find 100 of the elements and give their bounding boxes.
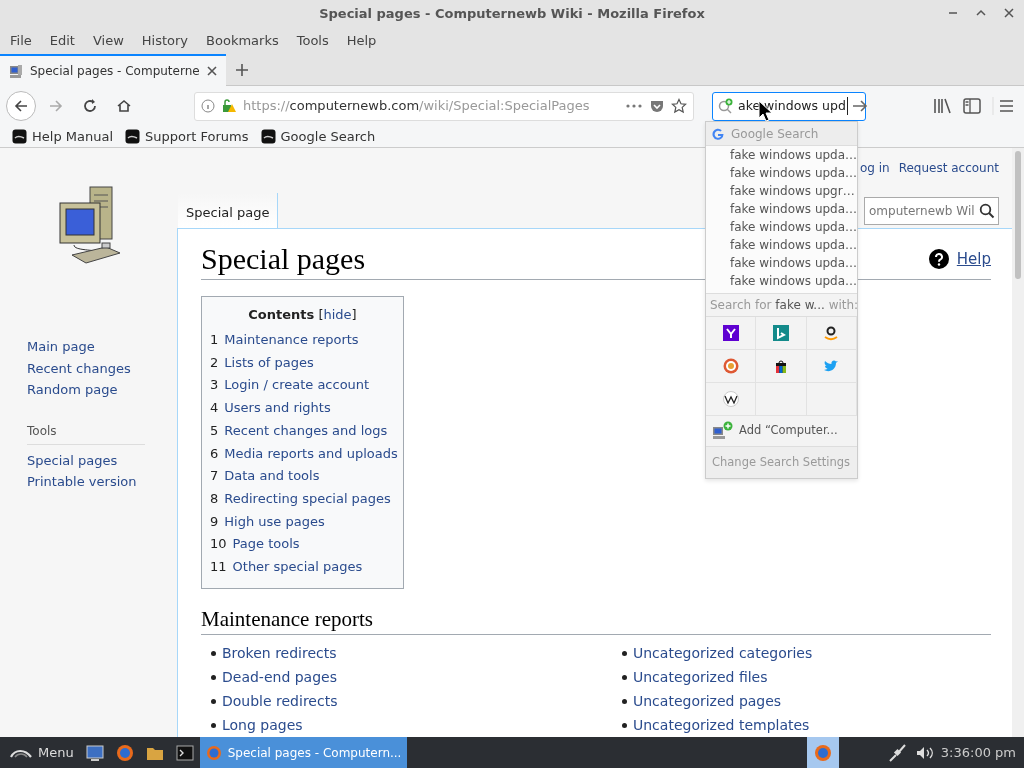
address-bar[interactable]: https://computernewb.com/wiki/Special:SpecialPages [194,91,694,121]
bookmark-icon[interactable] [125,129,140,144]
hide-link[interactable]: hide [323,307,352,322]
scrollbar[interactable] [1012,148,1024,737]
bullet [211,650,216,656]
help-icon[interactable] [928,249,949,269]
list-link[interactable]: Dead-end pages [222,666,337,688]
browser-tab[interactable]: Special pages - Computerne [0,53,226,86]
account-link[interactable]: Request account [898,159,999,177]
reload-icon [82,98,98,114]
forward-arrow-icon [48,98,64,114]
suggestion-item[interactable]: fake windows upda… [706,146,857,164]
search-field[interactable]: omputernewb Wil [864,197,999,225]
menu-item[interactable]: History [141,31,189,51]
globe-icon[interactable] [813,743,832,762]
toc-link[interactable]: Login / create account [224,375,370,395]
sidebar-link[interactable]: Main page [27,337,177,357]
suggestion-item[interactable]: fake windows upgr… [706,182,857,200]
list-link[interactable]: Long pages [222,714,303,736]
suggestion-item[interactable]: fake windows upda… [706,236,857,254]
menu-item[interactable]: Edit [49,31,75,51]
toc-link[interactable]: Data and tools [224,466,320,486]
contents-title: Contents [248,307,315,322]
start-menu-button[interactable]: Menu [4,737,80,768]
sidebar-link[interactable]: Special pages [27,450,177,470]
desktop-icon[interactable] [84,742,105,763]
toc-link[interactable]: Users and rights [224,398,331,418]
menu-item[interactable]: Bookmarks [206,31,279,51]
list-link[interactable]: Double redirects [222,690,338,712]
library-icon[interactable] [932,97,954,115]
account-link[interactable]: og in [859,159,890,177]
close-icon[interactable] [205,64,218,77]
computer-add-icon [712,421,734,441]
bookmark-link[interactable]: Help Manual [32,126,113,147]
list-link[interactable]: Broken redirects [222,642,337,664]
go-arrow-icon[interactable] [850,98,869,114]
toc-number: 2 [210,353,219,372]
bookmark-icon[interactable] [260,129,276,144]
google-icon [711,126,725,141]
toc-link[interactable]: Page tools [232,534,300,554]
suggestion-item[interactable]: fake windows upda… [706,254,857,272]
toc-number: 4 [210,399,219,418]
menu-item[interactable]: Tools [296,31,329,51]
help-link[interactable]: Help [956,247,991,271]
toc-link[interactable]: Maintenance reports [224,330,359,350]
sidebar-link[interactable]: Recent changes [27,358,177,378]
menu-item[interactable]: File [10,31,32,51]
menu-item[interactable]: Help [346,31,377,51]
scroll-thumb[interactable] [1015,151,1021,279]
clock: 3:36:00 pm [939,743,1017,762]
close-icon[interactable] [1002,6,1016,20]
bookmark-link[interactable]: Google Search [280,126,376,147]
sidebar-icon[interactable] [962,97,984,115]
toc-number: 6 [210,444,219,463]
back-arrow-icon [13,98,29,114]
bookmark-link[interactable]: Support Forums [145,126,249,147]
list-link[interactable]: Uncategorized pages [633,690,782,712]
sidebar-link[interactable]: Random page [27,380,177,400]
new-tab-icon[interactable] [233,61,250,78]
bracket: ] [351,307,357,322]
list-link[interactable]: Uncategorized files [633,666,768,688]
toc-number: 11 [210,557,227,576]
section-heading: Maintenance reports [201,607,991,636]
list-link[interactable]: Uncategorized categories [633,642,813,664]
suggestion-item[interactable]: fake windows upda… [706,200,857,218]
page-tab[interactable]: Special page [178,192,279,228]
toc-number: 10 [210,535,227,554]
search-field[interactable]: ake windows upd [712,91,866,121]
bullet [622,698,627,704]
pocket-icon[interactable] [649,98,665,114]
globe-icon[interactable] [114,742,135,763]
toc-number: 8 [210,489,219,508]
page-heading: Special pages [201,241,366,277]
menu-item[interactable]: View [92,31,124,51]
bullet [622,722,627,728]
search-engine-icon [722,391,739,407]
toc-link[interactable]: Redirecting special pages [224,488,391,509]
suggestion-item[interactable]: fake windows upda… [706,218,857,236]
add-search-engine-button[interactable]: Add “Computer... [706,416,857,447]
info-icon[interactable] [201,99,215,113]
search-engine-icon [823,325,840,341]
star-icon[interactable] [671,98,687,114]
toc-number: 7 [210,467,219,486]
engine-label: Google Search [731,125,819,143]
terminal-icon[interactable] [174,742,195,763]
suggestion-item[interactable]: fake windows upda… [706,272,857,290]
toc-link[interactable]: High use pages [224,511,325,532]
sidebar-link[interactable]: Printable version [27,472,177,492]
list-link[interactable]: Uncategorized templates [633,714,810,736]
lock-warning-icon[interactable] [221,98,237,114]
toc-link[interactable]: Media reports and uploads [224,443,398,464]
toc-link[interactable]: Recent changes and logs [224,420,388,441]
back-button[interactable] [6,91,36,121]
bookmark-icon[interactable] [12,129,27,144]
search-icon[interactable] [978,203,995,219]
home-icon [116,98,132,114]
search-engine-icon [823,358,840,374]
toc-link[interactable]: Other special pages [232,556,363,577]
toc-link[interactable]: Lists of pages [224,352,314,373]
suggestion-item[interactable]: fake windows upda… [706,164,857,182]
